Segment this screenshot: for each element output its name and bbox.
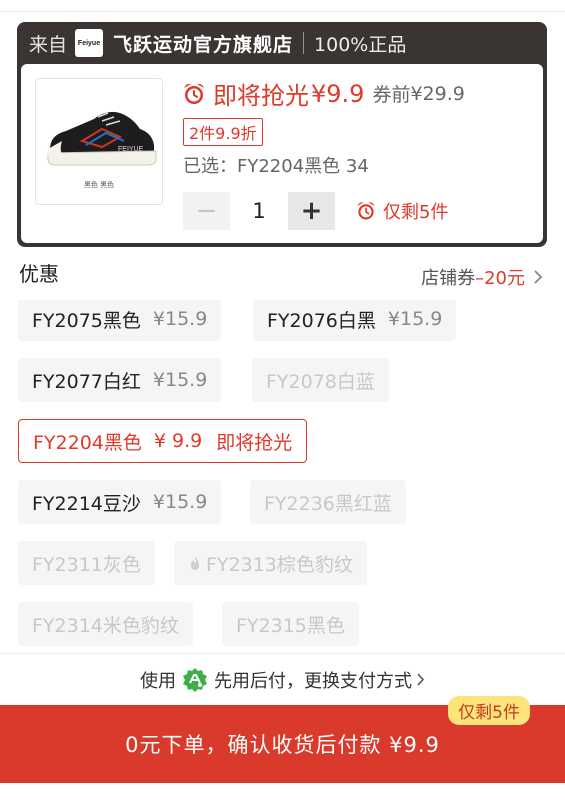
store-coupon[interactable]: 店铺券 –20元 [421,264,543,290]
coupon-label: 店铺券 [421,268,476,289]
alarm-clock-icon [357,202,375,220]
variant-name: FY2077白红 [32,370,141,393]
variant-option[interactable]: FY2214豆沙 ¥15.9 [18,480,222,524]
variant-name: FY2314米色豹纹 [32,614,179,637]
pay-later-icon [183,667,207,692]
variant-name: FY2236黑红蓝 [264,492,392,515]
variant-name: FY2315黑色 [236,614,345,637]
variant-option-disabled: FY2311灰色 [18,541,155,585]
from-label: 来自 [29,33,68,56]
stock-badge: 仅剩5件 [448,696,530,725]
price-row: 即将抢光 ¥9.9 券前 ¥29.9 [181,76,465,111]
fire-icon [191,556,199,570]
product-panel: FEIYUE 黑色 黑色 即将抢光 ¥9.9 券前 ¥29.9 2件9.9折 已… [21,64,543,243]
selected-spec: 已选：FY2204黑色 34 [183,156,369,177]
variant-option-disabled: FY2313棕色豹纹 [174,541,367,585]
variant-option-disabled: FY2236黑红蓝 [250,480,406,524]
variant-price: ¥15.9 [152,308,208,330]
variant-name: FY2075黑色 [32,309,141,332]
variant-option-disabled: FY2314米色豹纹 [18,602,193,646]
place-order-label: 0元下单，确认收货后付款 ¥9.9 [125,733,440,757]
coupon-amount: –20元 [475,268,525,289]
variant-status: 即将抢光 [216,431,293,454]
bottom-safe-area [0,783,565,800]
genuine-label: 100%正品 [314,33,407,56]
flash-sale-label: 即将抢光 [213,82,309,110]
pay-prefix: 使用 [140,670,176,692]
before-coupon-label: 券前 [372,84,411,106]
multi-buy-discount-tag: 2件9.9折 [183,118,263,146]
variant-option-disabled: FY2315黑色 [222,602,359,646]
increase-quantity-button[interactable]: + [288,192,335,230]
header-separator [303,32,305,54]
store-name[interactable]: 飞跃运动官方旗舰店 [113,30,293,57]
variant-name: FY2078白蓝 [266,370,375,393]
variant-list: FY2075黑色 ¥15.9 FY2076白黑 ¥15.9 FY2077白红 ¥… [0,300,565,652]
alarm-clock-icon [184,83,204,104]
svg-text:FEIYUE: FEIYUE [118,146,144,153]
top-divider [0,0,565,12]
stock-text: 仅剩5件 [383,202,449,223]
discount-section-title: 优惠 [19,262,59,286]
before-coupon-price: ¥29.9 [410,82,465,105]
shoe-image-icon: FEIYUE [47,111,157,166]
variant-option[interactable]: FY2076白黑 ¥15.9 [253,300,457,341]
variant-name: FY2313棕色豹纹 [206,553,353,576]
variant-option-disabled: FY2078白蓝 [252,358,389,402]
variant-option[interactable]: FY2075黑色 ¥15.9 [18,300,222,341]
variant-name: FY2214豆沙 [32,492,141,515]
image-caption: 黑色 黑色 [83,181,115,189]
product-image[interactable]: FEIYUE 黑色 黑色 [35,78,163,205]
variant-price: ¥15.9 [152,491,208,513]
chevron-right-icon [417,673,425,686]
store-header[interactable]: 来自 Feiyue 飞跃运动官方旗舰店 100%正品 [17,22,547,64]
quantity-stepper: − 1 + 仅剩5件 [183,192,448,230]
quantity-value[interactable]: 1 [230,199,288,223]
variant-option[interactable]: FY2077白红 ¥15.9 [18,358,222,402]
variant-price: ¥15.9 [152,369,208,391]
variant-name: FY2204黑色 [33,431,142,454]
pay-method: 先用后付，更换支付方式 [214,670,412,692]
variant-price: ¥ 9.9 [153,430,203,452]
variant-name: FY2076白黑 [267,309,376,332]
decrease-quantity-button[interactable]: − [183,192,230,230]
store-card: 来自 Feiyue 飞跃运动官方旗舰店 100%正品 FEIYUE 黑色 黑色 [17,22,547,247]
flash-price: ¥9.9 [311,79,365,108]
variant-name: FY2311灰色 [32,553,141,576]
variant-price: ¥15.9 [387,308,443,330]
stock-warning: 仅剩5件 [355,198,448,224]
chevron-right-icon [534,270,543,284]
store-logo: Feiyue [75,29,104,57]
variant-option-selected[interactable]: FY2204黑色 ¥ 9.9 即将抢光 [18,419,308,463]
